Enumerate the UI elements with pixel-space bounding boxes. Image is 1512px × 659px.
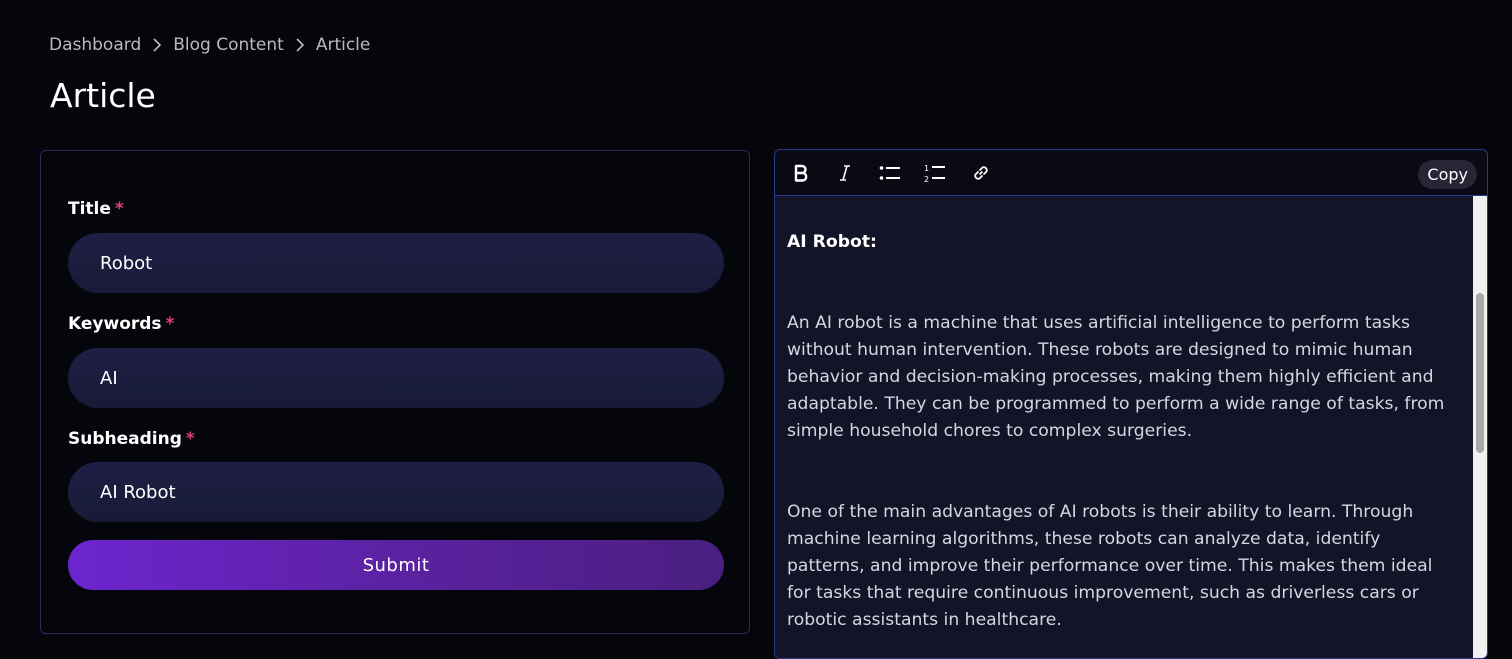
bullet-list-icon[interactable] (877, 160, 903, 186)
keywords-label: Keywords * (68, 314, 174, 334)
copy-button[interactable]: Copy (1418, 160, 1477, 189)
required-mark: * (185, 429, 195, 449)
editor-paragraph: One of the main advantages of AI robots … (787, 502, 1433, 630)
link-icon[interactable] (968, 160, 994, 186)
editor-scrollbar[interactable] (1473, 196, 1487, 658)
required-mark: * (165, 314, 175, 334)
bold-icon[interactable] (788, 160, 814, 186)
svg-text:2: 2 (924, 175, 929, 183)
subheading-label-text: Subheading (68, 429, 182, 449)
title-input[interactable]: Robot (68, 233, 724, 293)
chevron-right-icon (295, 38, 305, 52)
numbered-list-icon[interactable]: 12 (922, 160, 948, 186)
italic-icon[interactable] (832, 160, 858, 186)
keywords-label-text: Keywords (68, 314, 162, 334)
submit-button[interactable]: Submit (68, 540, 724, 590)
subheading-input-value: AI Robot (100, 481, 176, 503)
breadcrumb-item-dashboard[interactable]: Dashboard (49, 35, 141, 55)
editor-toolbar: 12 Copy (775, 150, 1487, 196)
title-label: Title * (68, 199, 124, 219)
keywords-input-value: AI (100, 367, 118, 389)
editor-paragraph: An AI robot is a machine that uses artif… (787, 313, 1445, 441)
breadcrumb-item-blog-content[interactable]: Blog Content (173, 35, 284, 55)
breadcrumb-item-article: Article (315, 35, 371, 55)
subheading-label: Subheading * (68, 429, 195, 449)
svg-text:1: 1 (924, 164, 929, 173)
scrollbar-thumb[interactable] (1476, 293, 1484, 453)
page-title: Article (50, 76, 156, 115)
rich-text-editor: 12 Copy AI Robot: An AI robot is a machi… (774, 149, 1488, 659)
subheading-input[interactable]: AI Robot (68, 462, 724, 522)
title-label-text: Title (68, 199, 111, 219)
title-input-value: Robot (100, 252, 153, 274)
breadcrumb: Dashboard Blog Content Article (49, 35, 370, 55)
article-form: Title * Robot Keywords * AI Subheading * AI… (40, 150, 750, 634)
chevron-right-icon (152, 38, 162, 52)
editor-heading: AI Robot: (787, 232, 877, 252)
required-mark: * (114, 199, 124, 219)
keywords-input[interactable]: AI (68, 348, 724, 408)
editor-content[interactable]: AI Robot: An AI robot is a machine that … (775, 196, 1473, 658)
